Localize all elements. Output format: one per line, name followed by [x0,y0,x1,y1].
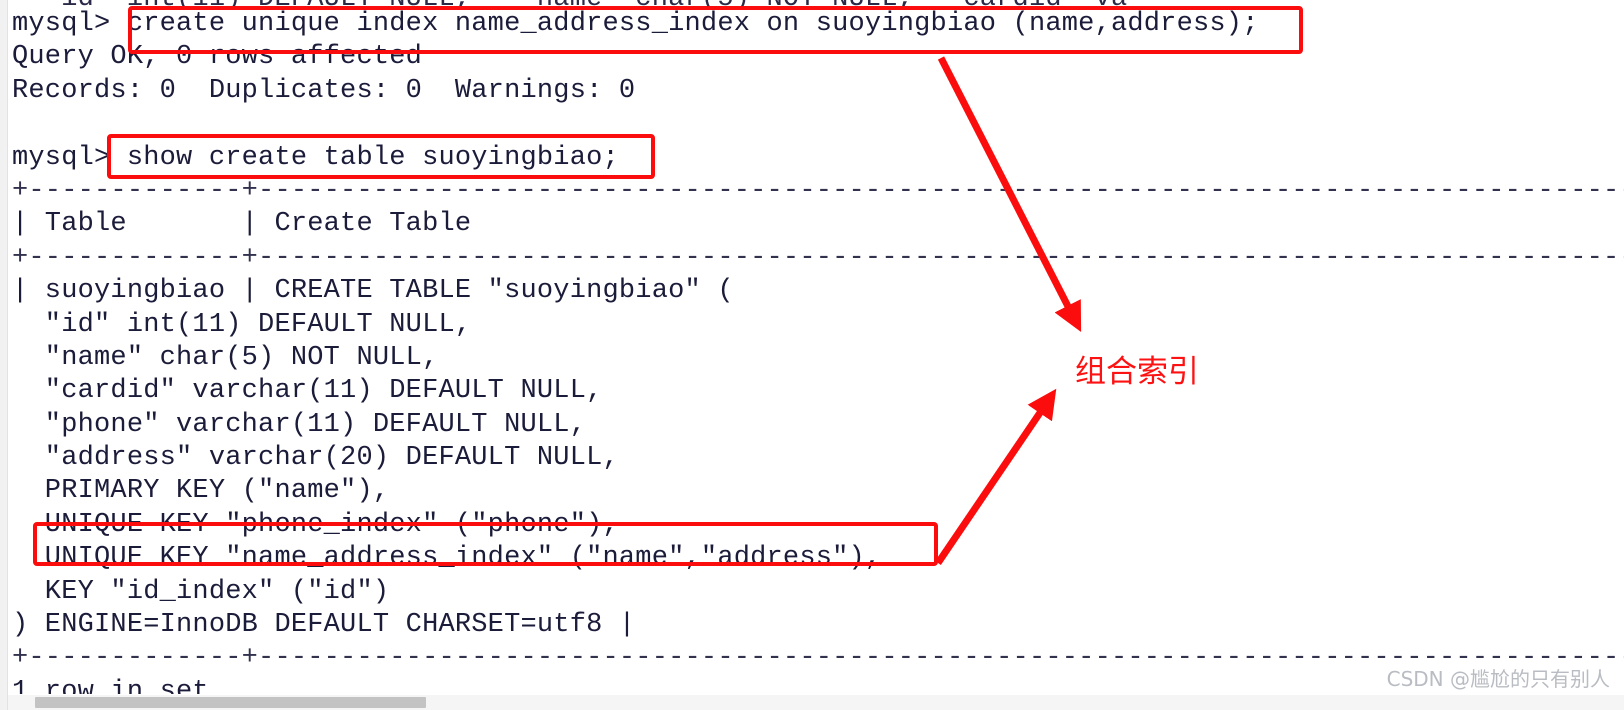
terminal-line-rule-bottom: +-------------+-------------------------… [12,643,1624,674]
terminal-line-create-table: | suoyingbiao | CREATE TABLE "suoyingbia… [12,276,734,307]
terminal-line-engine: ) ENGINE=InnoDB DEFAULT CHARSET=utf8 | [12,610,636,641]
terminal-line-query-ok: Query OK, 0 rows affected [12,42,423,73]
terminal-line-prompt-create-index: mysql> create unique index name_address_… [12,9,1259,39]
terminal-line-unique-name-address-index: UNIQUE KEY "name_address_index" ("name",… [12,543,882,574]
terminal-line: "id" int(11) DEFAULT NULL, "name" char(5… [12,0,1624,8]
terminal-line-col-name: "name" char(5) NOT NULL, [12,342,439,373]
csdn-watermark: CSDN @尴尬的只有别人 [1386,667,1610,691]
terminal-line-primary-key: PRIMARY KEY ("name"), [12,476,390,507]
terminal-screenshot: "id" int(11) DEFAULT NULL, "name" char(5… [0,0,1624,710]
terminal-line-rule-mid: +-------------+-------------------------… [12,242,1624,273]
terminal-output: "id" int(11) DEFAULT NULL, "name" char(5… [12,0,1624,694]
terminal-line-row-in-set: 1 row in set [12,676,209,694]
terminal-line-col-id: "id" int(11) DEFAULT NULL, [12,309,472,340]
terminal-line-key-id-index: KEY "id_index" ("id") [12,576,390,607]
terminal-line-col-phone: "phone" varchar(11) DEFAULT NULL, [12,409,587,440]
terminal-line-table-header: | Table | Create Table [12,209,472,240]
terminal-line-col-cardid: "cardid" varchar(11) DEFAULT NULL, [12,376,603,407]
terminal-left-gutter [0,0,8,710]
terminal-line-unique-phone-index: UNIQUE KEY "phone_index" ("phone"), [12,509,619,540]
terminal-line-col-address: "address" varchar(20) DEFAULT NULL, [12,443,619,474]
terminal-line-prompt-show-create: mysql> show create table suoyingbiao; [12,142,619,173]
terminal-line-rule-top: +-------------+-------------------------… [12,175,1624,206]
terminal-line-records: Records: 0 Duplicates: 0 Warnings: 0 [12,75,636,106]
horizontal-scrollbar-thumb[interactable] [35,697,426,708]
horizontal-scrollbar-track[interactable] [8,695,1624,710]
